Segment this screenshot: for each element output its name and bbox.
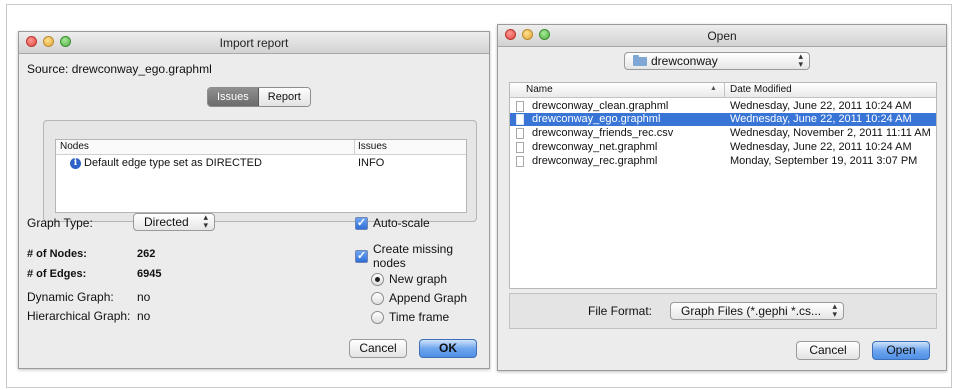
radio-unselected-icon	[371, 310, 384, 324]
file-format-select[interactable]: Graph Files (*.gephi *.cs... ▴ ▾	[670, 302, 844, 320]
stepper-arrows-icon: ▴ ▾	[203, 212, 208, 230]
import-report-title: Import report	[219, 36, 289, 50]
dynamic-graph-value: no	[137, 290, 151, 304]
document-icon	[516, 142, 524, 153]
open-dialog-titlebar: Open	[498, 25, 946, 47]
graph-type-select[interactable]: Directed ▴ ▾	[133, 213, 215, 231]
append-graph-label: Append Graph	[389, 291, 468, 305]
file-row[interactable]: drewconway_clean.graphml Wednesday, June…	[510, 100, 936, 113]
time-frame-label: Time frame	[389, 310, 450, 324]
issue-message: Default edge type set as DIRECTED	[84, 157, 262, 169]
file-list-header: Name ▲ Date Modified	[510, 83, 936, 98]
create-missing-nodes-checkbox[interactable]: ✓ Create missing nodes	[355, 242, 489, 270]
issue-level: INFO	[358, 157, 385, 169]
source-label: Source: drewconway_ego.graphml	[27, 62, 212, 76]
document-icon	[516, 128, 524, 139]
dynamic-graph-label: Dynamic Graph:	[27, 290, 114, 304]
checkmark-icon: ✓	[355, 216, 368, 230]
tab-report[interactable]: Report	[258, 88, 310, 106]
new-graph-label: New graph	[389, 272, 448, 286]
document-icon	[516, 101, 524, 112]
open-dialog-window: Open drewconway ▴ ▾ Name ▲ Date Modified …	[497, 24, 947, 371]
cancel-button[interactable]: Cancel	[796, 341, 860, 360]
nodes-count-label: # of Nodes:	[27, 248, 87, 260]
file-row[interactable]: drewconway_rec.graphml Monday, September…	[510, 155, 936, 168]
hierarchical-graph-value: no	[137, 309, 151, 323]
file-format-value: Graph Files (*.gephi *.cs...	[681, 304, 822, 318]
radio-new-graph[interactable]: New graph	[371, 272, 447, 286]
sort-ascending-icon: ▲	[710, 85, 717, 92]
create-missing-nodes-label: Create missing nodes	[373, 242, 454, 270]
stepper-arrows-icon: ▴ ▾	[798, 51, 803, 69]
column-header-issues[interactable]: Issues	[358, 141, 387, 152]
radio-selected-icon	[371, 272, 384, 286]
file-date: Monday, September 19, 2011 3:07 PM	[730, 155, 918, 167]
open-button[interactable]: Open	[872, 341, 930, 360]
import-report-window: Import report Source: drewconway_ego.gra…	[18, 31, 490, 369]
file-date: Wednesday, November 2, 2011 11:11 AM	[730, 127, 931, 139]
file-list[interactable]: Name ▲ Date Modified drewconway_clean.gr…	[509, 82, 937, 289]
info-icon: i	[70, 158, 81, 169]
checkmark-icon: ✓	[355, 249, 368, 263]
auto-scale-label: Auto-scale	[373, 216, 430, 230]
file-row[interactable]: drewconway_net.graphml Wednesday, June 2…	[510, 141, 936, 154]
tab-issues[interactable]: Issues	[208, 88, 259, 106]
issues-report-tabs: Issues Report	[207, 87, 311, 107]
file-name: drewconway_clean.graphml	[532, 100, 669, 112]
file-name: drewconway_ego.graphml	[532, 113, 661, 125]
open-dialog-title: Open	[707, 29, 737, 43]
file-name: drewconway_rec.graphml	[532, 155, 658, 167]
column-header-nodes[interactable]: Nodes	[60, 141, 89, 152]
file-name: drewconway_friends_rec.csv	[532, 127, 674, 139]
file-date: Wednesday, June 22, 2011 10:24 AM	[730, 141, 912, 153]
table-row[interactable]: i Default edge type set as DIRECTED INFO	[56, 157, 466, 171]
file-row[interactable]: drewconway_friends_rec.csv Wednesday, No…	[510, 127, 936, 140]
import-report-titlebar: Import report	[19, 32, 489, 54]
edges-count-value: 6945	[137, 268, 162, 280]
document-icon	[516, 114, 524, 125]
column-divider	[724, 83, 725, 97]
issues-table: Nodes Issues i Default edge type set as …	[55, 139, 467, 213]
file-date: Wednesday, June 22, 2011 10:24 AM	[730, 100, 912, 112]
file-row-selected[interactable]: drewconway_ego.graphml Wednesday, June 2…	[510, 113, 936, 126]
ok-button[interactable]: OK	[419, 339, 477, 358]
radio-time-frame[interactable]: Time frame	[371, 310, 449, 324]
column-header-date-modified[interactable]: Date Modified	[730, 84, 792, 95]
folder-icon	[633, 55, 647, 66]
auto-scale-checkbox[interactable]: ✓ Auto-scale	[355, 216, 430, 230]
radio-append-graph[interactable]: Append Graph	[371, 291, 467, 305]
document-icon	[516, 156, 524, 167]
file-date: Wednesday, June 22, 2011 10:24 AM	[730, 113, 912, 125]
column-header-name[interactable]: Name	[526, 84, 553, 95]
radio-unselected-icon	[371, 291, 384, 305]
file-format-bar: File Format: Graph Files (*.gephi *.cs..…	[509, 293, 937, 329]
file-format-label: File Format:	[588, 304, 653, 318]
location-select[interactable]: drewconway ▴ ▾	[624, 52, 810, 70]
hierarchical-graph-label: Hierarchical Graph:	[27, 309, 131, 323]
location-value: drewconway	[651, 54, 718, 68]
nodes-count-value: 262	[137, 248, 156, 260]
edges-count-label: # of Edges:	[27, 268, 87, 280]
stepper-arrows-icon: ▴ ▾	[832, 301, 837, 319]
cancel-button[interactable]: Cancel	[349, 339, 407, 358]
graph-type-label: Graph Type:	[27, 216, 93, 230]
issues-table-header: Nodes Issues	[56, 140, 466, 155]
graph-type-value: Directed	[144, 215, 189, 229]
file-name: drewconway_net.graphml	[532, 141, 658, 153]
column-divider	[354, 140, 355, 154]
